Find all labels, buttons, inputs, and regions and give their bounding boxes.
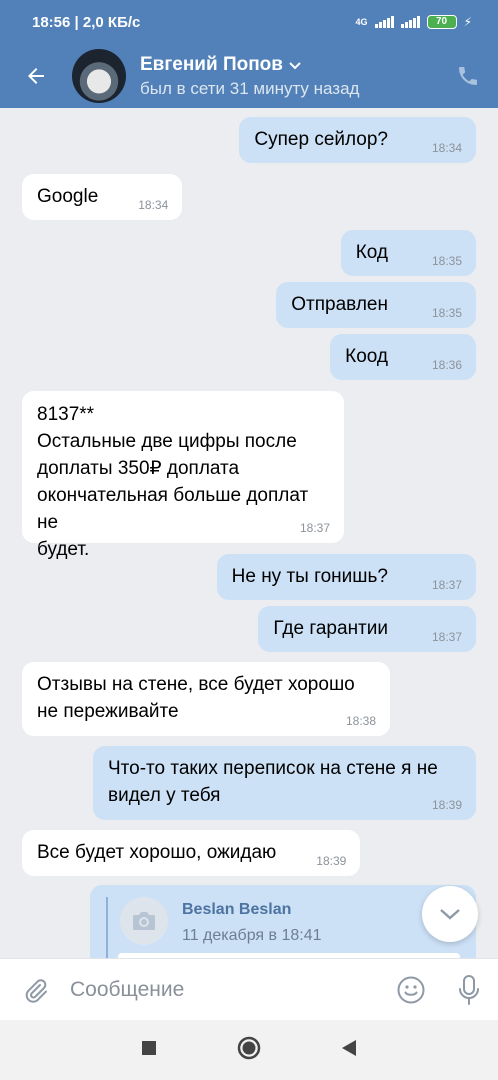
forward-line	[106, 897, 108, 958]
message-text: Коод	[345, 346, 388, 367]
message-bubble-out[interactable]: Что-то таких переписок на стене я не вид…	[93, 746, 476, 820]
phone-icon	[459, 67, 477, 85]
message-bubble-out[interactable]: Где гарантии 18:37	[258, 606, 476, 652]
back-button[interactable]	[0, 44, 72, 108]
home-button[interactable]	[237, 1036, 261, 1065]
message-time: 18:37	[431, 578, 462, 592]
message-bubble-in[interactable]: Отзывы на стене, все будет хорошо не пер…	[22, 662, 390, 736]
message-time: 18:34	[431, 141, 462, 155]
emoji-button[interactable]	[382, 975, 440, 1005]
message-text: Супер сейлор?	[254, 129, 388, 150]
contact-status: был в сети 31 минуту назад	[140, 78, 360, 98]
status-icons: 4G 70 ⚡	[356, 15, 472, 29]
message-time: 18:35	[431, 254, 462, 268]
attach-button[interactable]	[0, 976, 70, 1004]
message-list[interactable]: Супер сейлор? 18:34 Google 18:34 Код 18:…	[0, 108, 498, 958]
battery-icon: 70	[426, 15, 457, 29]
message-time: 18:38	[345, 714, 376, 728]
scroll-down-button[interactable]	[422, 886, 478, 942]
avatar[interactable]	[72, 49, 126, 103]
forwarded-author[interactable]: Beslan Beslan	[182, 901, 291, 919]
microphone-icon	[459, 974, 479, 1005]
message-text: 8137** Остальные две цифры после доплаты…	[37, 404, 309, 560]
message-bubble-out[interactable]: Код 18:35	[340, 230, 476, 276]
smile-icon	[397, 976, 425, 1003]
message-time: 18:34	[138, 198, 169, 212]
message-text: Google	[37, 186, 99, 207]
message-time: 18:35	[431, 306, 462, 320]
message-time: 18:37	[299, 521, 330, 535]
signal-icon	[374, 16, 394, 28]
contact-info[interactable]: Евгений Попов был в сети 31 минуту назад	[140, 54, 438, 99]
contact-name: Евгений Попов	[140, 53, 283, 75]
forwarded-message[interactable]: Beslan Beslan 11 декабря в 18:41	[90, 885, 476, 958]
message-text: Где гарантии	[273, 618, 388, 639]
back-arrow-icon	[28, 68, 44, 84]
chevron-down-icon	[440, 909, 460, 920]
compose-bar	[0, 958, 498, 1020]
message-time: 18:39	[316, 854, 347, 868]
square-icon	[142, 1040, 156, 1055]
message-text: Все будет хорошо, ожидаю	[37, 842, 277, 863]
status-time: 18:56 | 2,0 КБ/с	[32, 13, 141, 31]
message-text: Отправлен	[291, 294, 388, 315]
message-text: Отзывы на стене, все будет хорошо не пер…	[37, 674, 355, 722]
system-back-button[interactable]	[341, 1039, 357, 1062]
message-input[interactable]	[70, 977, 382, 1002]
message-bubble-in[interactable]: Google 18:34	[22, 174, 183, 220]
triangle-back-icon	[342, 1039, 356, 1056]
recent-apps-button[interactable]	[141, 1040, 157, 1061]
message-bubble-out[interactable]: Не ну ты гонишь? 18:37	[216, 554, 476, 600]
signal-icon-2	[400, 16, 420, 28]
call-button[interactable]	[438, 64, 498, 88]
paperclip-icon	[25, 978, 47, 1003]
forwarded-date: 11 декабря в 18:41	[182, 927, 322, 944]
header: 18:56 | 2,0 КБ/с 4G 70 ⚡ Евгений Попов б…	[0, 0, 498, 108]
system-navigation	[0, 1020, 498, 1080]
chevron-down-icon	[289, 61, 301, 69]
message-time: 18:39	[431, 798, 462, 812]
chat-navbar: Евгений Попов был в сети 31 минуту назад	[0, 44, 498, 108]
status-bar: 18:56 | 2,0 КБ/с 4G 70 ⚡	[0, 0, 498, 44]
message-bubble-in[interactable]: Все будет хорошо, ожидаю 18:39	[22, 830, 361, 876]
message-text: Не ну ты гонишь?	[231, 566, 388, 587]
message-bubble-out[interactable]: Супер сейлор? 18:34	[239, 117, 476, 163]
message-bubble-in[interactable]: 8137** Остальные две цифры после доплаты…	[22, 391, 344, 560]
network-type: 4G	[355, 16, 368, 27]
message-bubble-out[interactable]: Коод 18:36	[330, 334, 476, 380]
circle-icon	[237, 1036, 261, 1059]
message-time: 18:37	[431, 630, 462, 644]
camera-avatar	[120, 897, 168, 945]
message-time: 18:36	[431, 358, 462, 372]
message-text: Что-то таких переписок на стене я не вид…	[108, 758, 438, 806]
message-text: Код	[355, 242, 388, 263]
voice-button[interactable]	[440, 974, 498, 1006]
charging-icon: ⚡	[463, 15, 472, 29]
camera-icon	[133, 912, 155, 930]
message-bubble-out[interactable]: Отправлен 18:35	[276, 282, 476, 328]
